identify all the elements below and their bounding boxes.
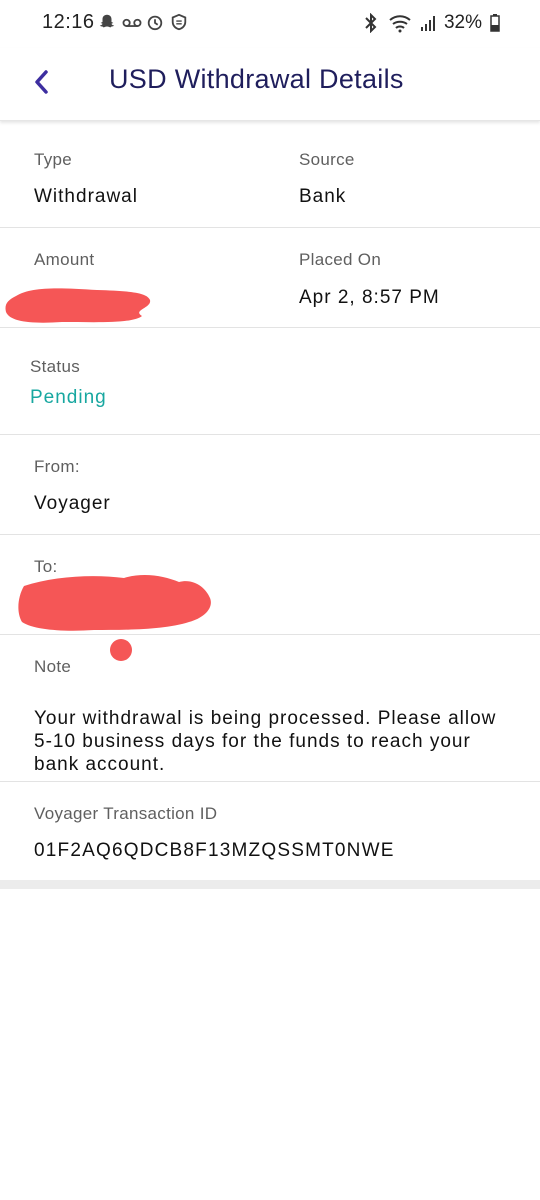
type-value: Withdrawal <box>34 186 138 207</box>
wifi-icon <box>389 15 411 33</box>
from-value: Voyager <box>34 493 111 514</box>
bluetooth-icon <box>365 13 377 33</box>
status-time: 12:16 <box>42 11 95 33</box>
section-divider <box>0 880 540 889</box>
status-bar: 12:16 32% <box>0 0 540 48</box>
status-badge: Pending <box>30 387 107 408</box>
from-label: From: <box>34 457 80 476</box>
recipient-redaction <box>18 575 211 661</box>
signal-icon <box>420 16 435 31</box>
alarm-icon <box>147 15 163 31</box>
back-button[interactable] <box>22 62 62 102</box>
snapchat-icon <box>99 14 115 28</box>
source-value: Bank <box>299 186 347 207</box>
status-label: Status <box>30 357 80 376</box>
type-source-row: Type Withdrawal Source Bank <box>0 121 540 228</box>
shield-icon <box>171 13 187 31</box>
placed-on-label: Placed On <box>299 250 382 269</box>
chevron-left-icon <box>35 70 48 94</box>
amount-redaction <box>5 288 151 323</box>
transaction-id-label: Voyager Transaction ID <box>34 804 218 823</box>
amount-label: Amount <box>34 250 95 269</box>
app-bar: USD Withdrawal Details <box>0 48 540 121</box>
note-text: Your withdrawal is being processed. Plea… <box>34 708 497 775</box>
voicemail-icon <box>122 18 142 27</box>
transaction-id-row: Voyager Transaction ID 01F2AQ6QDCB8F13MZ… <box>0 782 540 880</box>
amount-date-row: Amount Placed On Apr 2, 8:57 PM <box>0 228 540 328</box>
battery-percentage: 32% <box>443 12 482 33</box>
status-row: Status Pending <box>0 328 540 435</box>
from-row: From: Voyager <box>0 435 540 535</box>
placed-on-value: Apr 2, 8:57 PM <box>299 287 440 308</box>
battery-icon <box>490 14 500 32</box>
page-title: USD Withdrawal Details <box>109 64 404 94</box>
type-label: Type <box>34 150 73 169</box>
details-list: Type Withdrawal Source Bank Amount Place… <box>0 121 540 880</box>
source-label: Source <box>299 150 355 169</box>
transaction-id-value: 01F2AQ6QDCB8F13MZQSSMT0NWE <box>34 840 395 861</box>
